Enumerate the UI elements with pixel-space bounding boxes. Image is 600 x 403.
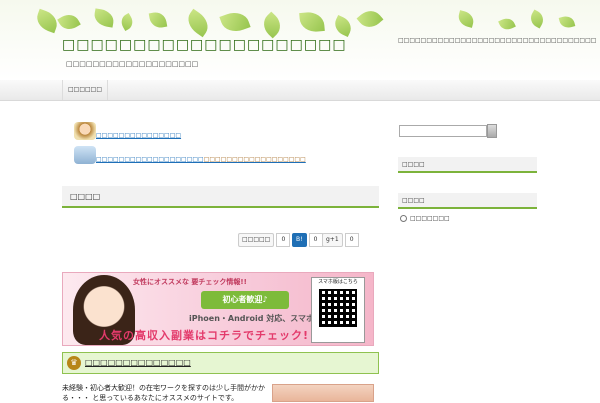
sidebar-list-item-label: □□□□□□□ [410, 215, 450, 222]
thumbnail-image [272, 384, 374, 402]
hatena-bookmark-button[interactable]: B! [292, 233, 307, 247]
body-paragraph: 未経験・初心者大歓迎！の在宅ワークを探すのは少し手間がかかる・・・ と思っている… [62, 384, 265, 402]
banner-line-3: 人気の高収入副業はコチラでチェック! [99, 329, 310, 342]
ad-banner[interactable]: 女性にオススメな 要チェック情報!! 初心者歓迎♪ iPhoen・Android… [62, 272, 374, 346]
monitor-icon [74, 146, 96, 164]
section-title: □□□□ [62, 186, 379, 208]
qr-label: スマホ版はこちら [318, 279, 358, 285]
bullet-icon [400, 215, 407, 222]
gplus-button[interactable]: g+1 [322, 233, 343, 247]
sidebar-widget-title-1: □□□□ [398, 157, 537, 173]
crown-icon: ♛ [67, 356, 81, 370]
leaf-decoration [527, 9, 547, 29]
tweet-count: 0 [276, 233, 291, 247]
leaf-decoration [92, 8, 116, 28]
sidebar-list-item[interactable]: □□□□□□□ [400, 215, 450, 222]
site-description: □□□□□□□□□□□□□□□□□□□□ [66, 60, 199, 68]
header-right-text: □□□□□□□□□□□□□□□□□□□□□□□□□□□□□□□□□□□ [398, 37, 597, 44]
nav-bar: □□□□□□ [0, 80, 600, 101]
leaf-decoration [118, 12, 136, 32]
leaf-decoration [148, 10, 168, 30]
tweet-button[interactable]: □□□□□ [238, 233, 275, 247]
leaf-decoration [57, 10, 81, 34]
leaf-decoration [498, 15, 516, 33]
notice-link-2[interactable]: □□□□□□□□□□□□□□□□□□□ [96, 156, 204, 163]
person-icon [74, 122, 96, 140]
search-input[interactable] [399, 125, 487, 137]
sidebar-widget-title-2: □□□□ [398, 193, 537, 209]
header: □□□□□□□□□□□□□□□□□□□□ □□□□□□□□□□□□□□□□□□□… [0, 0, 600, 80]
leaf-decoration [299, 10, 325, 34]
hatena-count: 0 [308, 233, 323, 247]
leaf-decoration [331, 14, 355, 38]
nav-item-home[interactable]: □□□□□□ [62, 80, 108, 100]
leaf-decoration [183, 8, 213, 38]
leaf-decoration [33, 8, 61, 34]
leaf-decoration [356, 5, 384, 33]
gplus-count: 0 [344, 233, 359, 247]
leaf-decoration [558, 14, 576, 30]
banner-line-1: 女性にオススメな 要チェック情報!! [133, 278, 247, 286]
notice-link-1[interactable]: □□□□□□□□□□□□□□□ [96, 132, 181, 139]
hatena-widget: B! 0 [292, 233, 323, 247]
featured-heading-link[interactable]: □□□□□□□□□□□□□□ [85, 353, 191, 373]
qr-code-icon [319, 289, 357, 327]
gplus-widget: g+1 0 [322, 233, 359, 247]
tweet-widget: □□□□□ 0 [238, 233, 291, 247]
leaf-decoration [456, 10, 476, 28]
site-title[interactable]: □□□□□□□□□□□□□□□□□□□□ [62, 37, 347, 53]
search-button[interactable] [487, 124, 497, 138]
qr-code-box: スマホ版はこちら [311, 277, 365, 343]
notice-extra-text: □□□□□□□□□□□□□□□□□□ [203, 156, 306, 163]
featured-heading-box: ♛ □□□□□□□□□□□□□□ [62, 352, 379, 374]
notice-line-2: □□□□□□□□□□□□□□□□□□□□□□□□□□□□□□□□□□□□□ [96, 156, 306, 163]
leaf-decoration [219, 8, 251, 36]
leaf-decoration [258, 11, 286, 39]
beginner-welcome-label: 初心者歓迎♪ [201, 291, 289, 309]
